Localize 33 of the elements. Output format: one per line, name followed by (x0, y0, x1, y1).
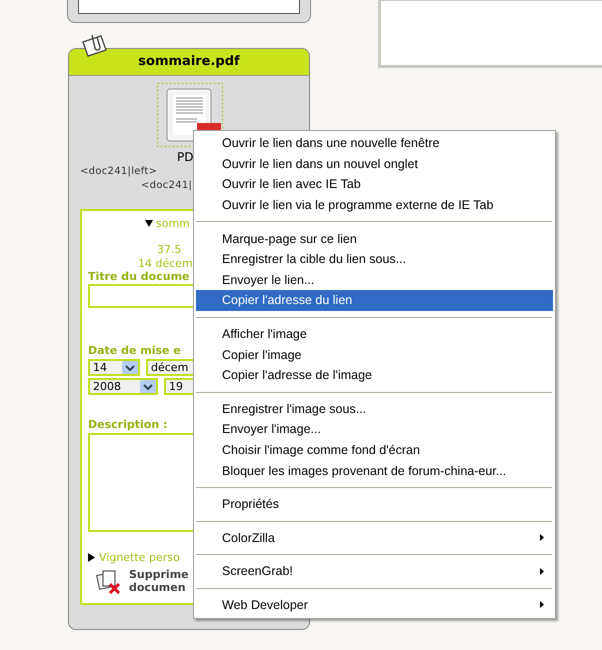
card-title: sommaire.pdf (69, 49, 309, 76)
year-select[interactable]: 2008 (88, 378, 158, 395)
menu-item[interactable]: Bloquer les images provenant de forum-china-eur... (196, 460, 553, 481)
code-text: <doc241| (141, 180, 192, 191)
delete-document-icon[interactable] (96, 568, 122, 594)
menu-item[interactable]: Enregistrer l'image sous... (196, 398, 553, 420)
file-size: 37.5 (157, 243, 182, 256)
file-type-label: PD (177, 150, 194, 164)
menu-item[interactable]: Afficher l'image (196, 324, 553, 344)
day-select[interactable]: 14 (88, 359, 140, 376)
field-label: Description : (88, 418, 168, 431)
menu-item[interactable]: Copier l'adresse du lien (196, 290, 553, 311)
menu-item[interactable]: Ouvrir le lien dans une nouvelle fenêtre (196, 133, 553, 154)
field-label: Titre du docume (88, 270, 190, 283)
menu-item[interactable]: Web Developer (196, 594, 553, 616)
menu-item[interactable]: Ouvrir le lien avec IE Tab (196, 174, 553, 195)
caret-icon (145, 220, 153, 227)
code-text: <doc241|left> (80, 166, 158, 177)
menu-item[interactable]: Ouvrir le lien dans un nouvel onglet (196, 154, 553, 174)
paperclip-icon (82, 33, 108, 57)
menu-item[interactable]: Envoyer le lien... (196, 270, 553, 290)
menu-item[interactable]: ScreenGrab! (196, 561, 553, 582)
menu-item[interactable]: Choisir l'image comme fond d'écran (196, 440, 553, 460)
menu-item[interactable]: Propriétés (196, 494, 553, 514)
field-label: Date de mise e (88, 344, 181, 357)
file-date: 14 décem (138, 257, 193, 270)
delete-link[interactable]: Supprime documen (129, 568, 189, 594)
menu-item[interactable]: Envoyer l'image... (196, 419, 553, 440)
menu-item[interactable]: Ouvrir le lien via le programme externe de IE Tab (196, 194, 553, 216)
menu-item[interactable]: ColorZilla (196, 528, 553, 548)
expand-icon (88, 553, 95, 562)
menu-item[interactable]: Enregistrer la cible du lien sous... (196, 248, 553, 270)
menu-item[interactable]: Marque-page sur ce lien (196, 228, 553, 249)
